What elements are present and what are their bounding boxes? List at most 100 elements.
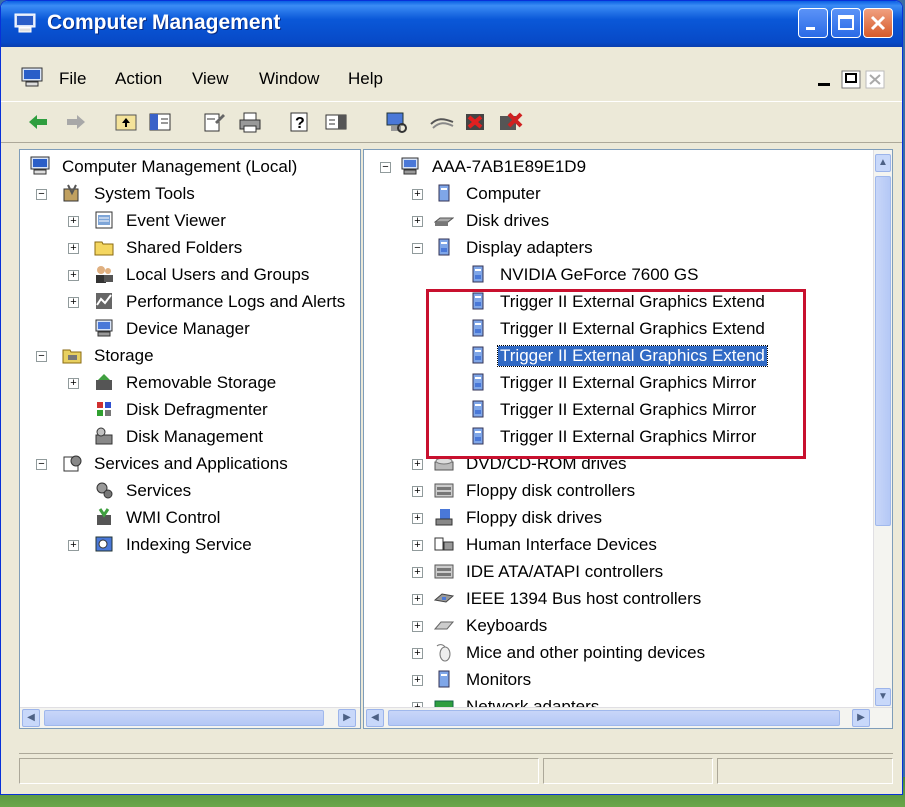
device-tree-pane[interactable]: − AAA-7AB1E89E1D9 + Computer + Disk driv…	[363, 149, 893, 729]
close-button[interactable]	[863, 8, 893, 38]
controller-icon	[434, 564, 454, 579]
tree-label: NVIDIA GeForce 7600 GS	[500, 265, 699, 284]
scroll-right-arrow[interactable]: ▶	[338, 709, 356, 727]
tree-label: Mice and other pointing devices	[466, 643, 706, 662]
menu-help[interactable]: Help	[348, 69, 383, 89]
tree-label: Monitors	[466, 670, 532, 689]
collapse-toggle[interactable]: −	[412, 243, 423, 254]
menu-bar: File Action View Window Help	[1, 63, 902, 97]
floppy-drive-icon	[435, 509, 453, 526]
tree-label: Trigger II External Graphics Extend	[500, 319, 765, 338]
tree-label: Trigger II External Graphics Mirror	[500, 400, 757, 419]
properties-icon[interactable]	[201, 110, 227, 134]
back-arrow-icon[interactable]	[25, 110, 51, 134]
scroll-right-arrow[interactable]: ▶	[852, 709, 870, 727]
collapse-toggle[interactable]: −	[36, 189, 47, 200]
ieee1394-icon	[434, 593, 454, 603]
tree-label: Computer	[466, 184, 541, 203]
show-hide-tree-icon[interactable]	[147, 110, 173, 134]
maximize-button[interactable]	[831, 8, 861, 38]
expand-toggle[interactable]: +	[68, 243, 79, 254]
menu-view[interactable]: View	[192, 69, 229, 89]
expand-toggle[interactable]: +	[412, 594, 423, 605]
expand-toggle[interactable]: +	[412, 459, 423, 470]
tree-label: Disk Defragmenter	[126, 400, 268, 419]
tree-label: Shared Folders	[126, 238, 243, 257]
tree-label: IDE ATA/ATAPI controllers	[466, 562, 664, 581]
menu-action[interactable]: Action	[115, 69, 162, 89]
scan-hardware-icon[interactable]	[383, 110, 409, 134]
tree-label: Disk Management	[126, 427, 264, 446]
scroll-thumb[interactable]	[875, 176, 891, 526]
monitor-icon	[438, 670, 450, 688]
right-horizontal-scrollbar[interactable]: ◀ ▶	[364, 707, 892, 728]
system-tools-icon	[63, 184, 79, 202]
indexing-icon	[95, 536, 113, 552]
menu-file[interactable]: File	[59, 69, 86, 89]
expand-toggle[interactable]: +	[68, 297, 79, 308]
dvd-drive-icon	[434, 457, 454, 471]
computer-icon	[438, 184, 450, 202]
update-driver-icon[interactable]	[429, 110, 455, 134]
tree-label: Human Interface Devices	[466, 535, 657, 554]
minimize-button[interactable]	[798, 8, 828, 38]
shared-folders-icon	[94, 241, 114, 256]
expand-toggle[interactable]: +	[412, 216, 423, 227]
collapse-toggle[interactable]: −	[380, 162, 391, 173]
window-title: Computer Management	[47, 11, 281, 34]
scroll-down-arrow[interactable]: ▼	[875, 688, 891, 706]
display-adapter-icon	[472, 292, 484, 310]
scroll-up-arrow[interactable]: ▲	[875, 154, 891, 172]
help-icon[interactable]: ?	[287, 110, 313, 134]
services-apps-icon	[63, 455, 82, 472]
expand-toggle[interactable]: +	[412, 189, 423, 200]
disk-management-icon	[95, 427, 113, 445]
expand-toggle[interactable]: +	[68, 216, 79, 227]
tree-label: System Tools	[94, 184, 195, 203]
mdi-window-controls[interactable]	[816, 69, 888, 91]
print-icon[interactable]	[237, 110, 263, 134]
uninstall-device-icon[interactable]	[497, 110, 523, 134]
event-viewer-icon	[95, 211, 113, 229]
right-vertical-scrollbar[interactable]: ▲ ▼	[873, 150, 892, 710]
scroll-left-arrow[interactable]: ◀	[22, 709, 40, 727]
tree-label: WMI Control	[126, 508, 221, 527]
expand-toggle[interactable]: +	[412, 621, 423, 632]
console-tree-pane[interactable]: Computer Management (Local) − System Too…	[19, 149, 361, 729]
expand-toggle[interactable]: +	[412, 648, 423, 659]
display-adapter-icon	[472, 319, 484, 337]
computer-management-window: Computer Management File Action View Win…	[0, 0, 903, 795]
scroll-left-arrow[interactable]: ◀	[366, 709, 384, 727]
left-horizontal-scrollbar[interactable]: ◀ ▶	[20, 707, 360, 728]
scroll-thumb[interactable]	[388, 710, 840, 726]
expand-toggle[interactable]: +	[412, 675, 423, 686]
tree-label: Keyboards	[466, 616, 548, 635]
tree-label: Display adapters	[466, 238, 593, 257]
expand-toggle[interactable]: +	[412, 486, 423, 497]
expand-toggle[interactable]: +	[412, 567, 423, 578]
display-adapter-icon	[472, 346, 484, 364]
tree-label: Trigger II External Graphics Extend	[500, 292, 765, 311]
status-cell-main	[19, 758, 539, 784]
expand-toggle[interactable]: +	[68, 540, 79, 551]
action-pane-icon[interactable]	[323, 110, 349, 134]
expand-toggle[interactable]: +	[412, 513, 423, 524]
up-level-icon[interactable]	[113, 110, 139, 134]
toolbar: ?	[1, 101, 902, 143]
expand-toggle[interactable]: +	[68, 378, 79, 389]
svg-text:?: ?	[295, 115, 305, 132]
display-adapter-icon	[472, 427, 484, 445]
collapse-toggle[interactable]: −	[36, 351, 47, 362]
expand-toggle[interactable]: +	[68, 270, 79, 281]
forward-arrow-icon[interactable]	[63, 110, 89, 134]
collapse-toggle[interactable]: −	[36, 459, 47, 470]
computer-mgmt-icon	[21, 67, 43, 87]
expand-toggle[interactable]: +	[412, 540, 423, 551]
tree-label: Disk drives	[466, 211, 550, 230]
scroll-thumb[interactable]	[44, 710, 324, 726]
title-bar[interactable]: Computer Management	[1, 1, 902, 47]
disable-device-icon[interactable]	[463, 110, 489, 134]
menu-window[interactable]: Window	[259, 69, 319, 89]
wmi-icon	[97, 508, 111, 525]
tree-label: Event Viewer	[126, 211, 226, 230]
